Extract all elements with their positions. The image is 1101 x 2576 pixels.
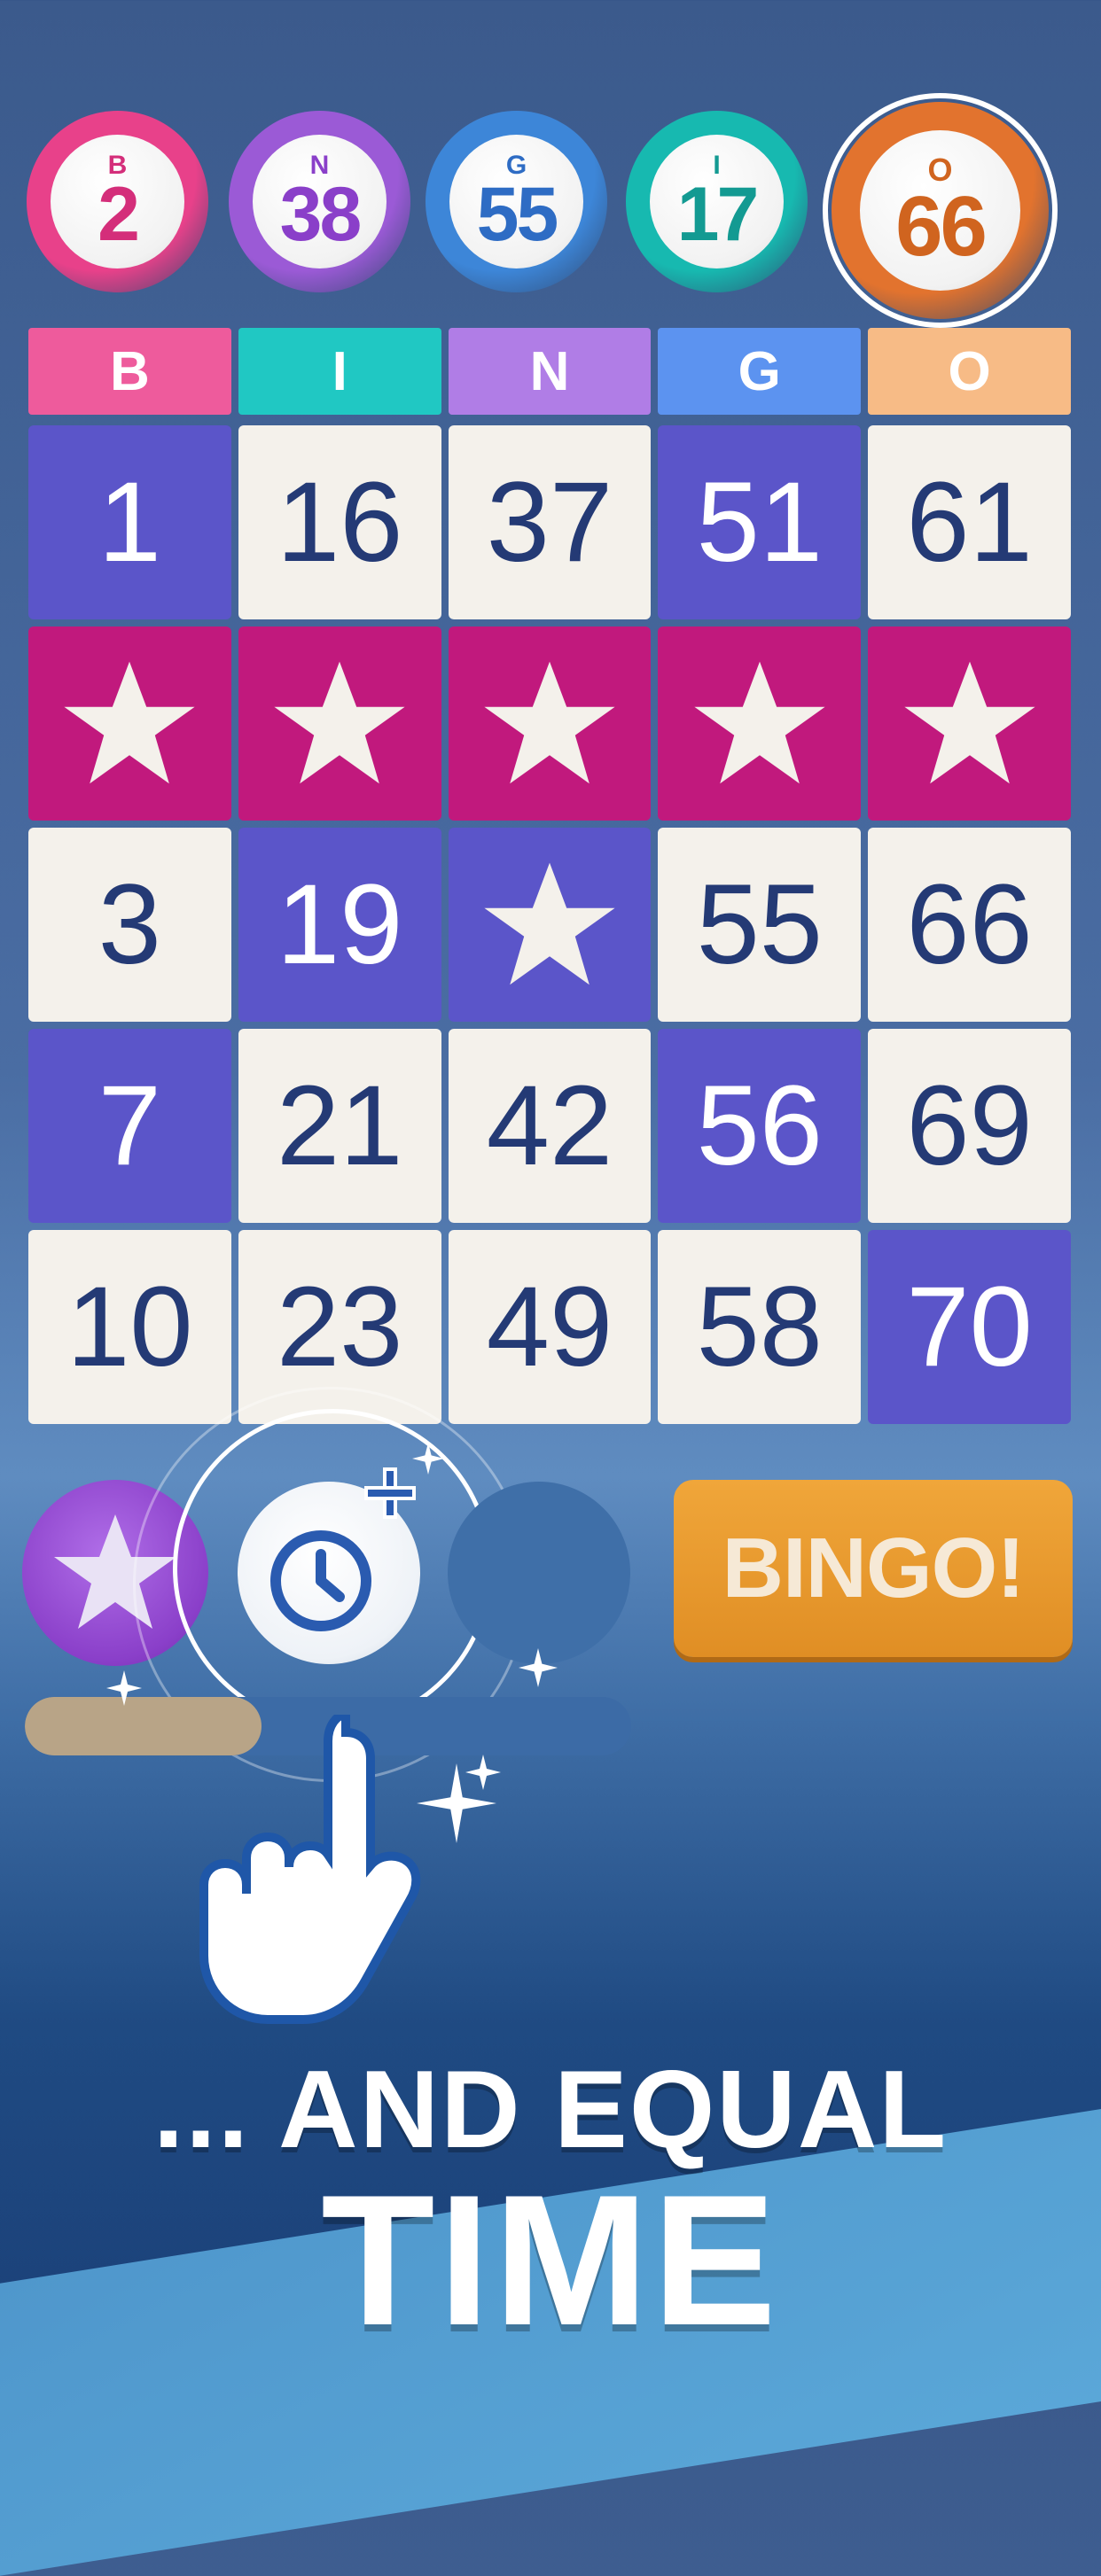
card-cell[interactable] (658, 626, 862, 821)
card-cell[interactable]: 56 (658, 1029, 862, 1223)
called-ball: B2 (27, 111, 208, 292)
column-header-b: B (28, 328, 231, 415)
card-header-row: BINGO (28, 328, 1071, 415)
card-cell[interactable] (28, 626, 231, 821)
clock-plus-icon (270, 1530, 371, 1631)
card-cell[interactable]: 10 (28, 1230, 231, 1424)
star-icon (64, 661, 195, 783)
called-ball-number: 55 (476, 171, 559, 257)
caption-line2: TIME (321, 2156, 780, 2364)
star-icon (694, 661, 825, 783)
card-cell[interactable] (238, 626, 441, 821)
tap-hand-icon (199, 1715, 421, 2024)
empty-powerup-slot (448, 1482, 630, 1664)
card-cell[interactable]: 61 (868, 425, 1071, 619)
called-balls-row: B 2 N 38 G 55 I 17 O 66 (0, 93, 1101, 328)
sparkle-icon (106, 1670, 142, 1706)
star-icon (903, 661, 1035, 783)
column-header-g: G (658, 328, 862, 415)
star-icon (484, 661, 615, 783)
called-ball: N 38 (229, 111, 410, 292)
card-cell[interactable]: 16 (238, 425, 441, 619)
card-cell[interactable]: 7 (28, 1029, 231, 1223)
star-icon (274, 661, 405, 783)
card-cell[interactable]: 58 (658, 1230, 862, 1424)
card-cell[interactable] (448, 828, 652, 1022)
called-ball-number: 17 (676, 171, 760, 257)
card-cell[interactable]: 70 (868, 1230, 1071, 1424)
card-cell[interactable]: 21 (238, 1029, 441, 1223)
sparkle-icon (519, 1648, 558, 1687)
card-cell[interactable] (868, 626, 1071, 821)
column-header-n: N (448, 328, 652, 415)
card-cell[interactable]: 55 (658, 828, 862, 1022)
card-cell[interactable]: 42 (448, 1029, 652, 1223)
latest-ball-ring (823, 93, 1058, 328)
card-cell[interactable] (448, 626, 652, 821)
column-header-i: I (238, 328, 441, 415)
sparkle-icon (465, 1755, 501, 1790)
card-cell[interactable]: 3 (28, 828, 231, 1022)
bingo-button[interactable]: BINGO! (674, 1480, 1073, 1657)
card-cell[interactable]: 19 (238, 828, 441, 1022)
star-icon (484, 862, 615, 984)
bingo-card: BINGO 1 16 37 51 61 3 19 55 66 7 21 42 56 69 10 23 49 58 7… (28, 328, 1071, 1424)
column-header-o: O (868, 328, 1071, 415)
card-cell[interactable]: 51 (658, 425, 862, 619)
called-ball-number: 2 (98, 171, 140, 257)
called-ball-number: 38 (279, 171, 363, 257)
called-ball: G 55 (426, 111, 607, 292)
card-cell[interactable]: 49 (448, 1230, 652, 1424)
card-cell[interactable]: 69 (868, 1029, 1071, 1223)
card-grid: 1 16 37 51 61 3 19 55 66 7 21 42 56 69 10 23 49 58 70 (28, 425, 1071, 1424)
card-cell[interactable]: 1 (28, 425, 231, 619)
card-cell[interactable]: 37 (448, 425, 652, 619)
card-cell[interactable]: 66 (868, 828, 1071, 1022)
sparkle-icon (412, 1443, 444, 1475)
called-ball: I 17 (626, 111, 808, 292)
